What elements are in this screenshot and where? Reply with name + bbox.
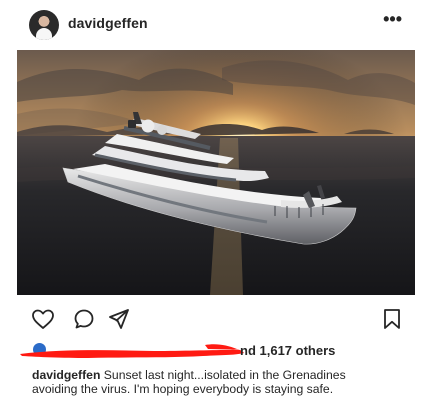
more-options-icon[interactable]: ••• (383, 10, 402, 28)
heart-icon[interactable] (31, 307, 55, 331)
comment-icon[interactable] (72, 307, 96, 331)
avatar[interactable] (29, 10, 59, 40)
caption-line-1: Sunset last night...isolated in the Gren… (103, 368, 346, 382)
bookmark-icon[interactable] (380, 307, 404, 331)
post-header: davidgeffen ••• (0, 0, 430, 50)
caption-line-2: avoiding the virus. I'm hoping everybody… (32, 382, 334, 396)
red-redaction-mark (20, 344, 244, 358)
caption-username[interactable]: davidgeffen (32, 368, 100, 382)
send-icon[interactable] (107, 307, 131, 331)
post-image[interactable] (17, 50, 415, 295)
likes-summary[interactable]: nd 1,617 others (0, 339, 430, 361)
likes-count-text: nd 1,617 others (240, 343, 336, 358)
post-actions (0, 301, 430, 337)
post-caption: davidgeffen Sunset last night...isolated… (32, 368, 412, 396)
post-username[interactable]: davidgeffen (68, 15, 148, 31)
